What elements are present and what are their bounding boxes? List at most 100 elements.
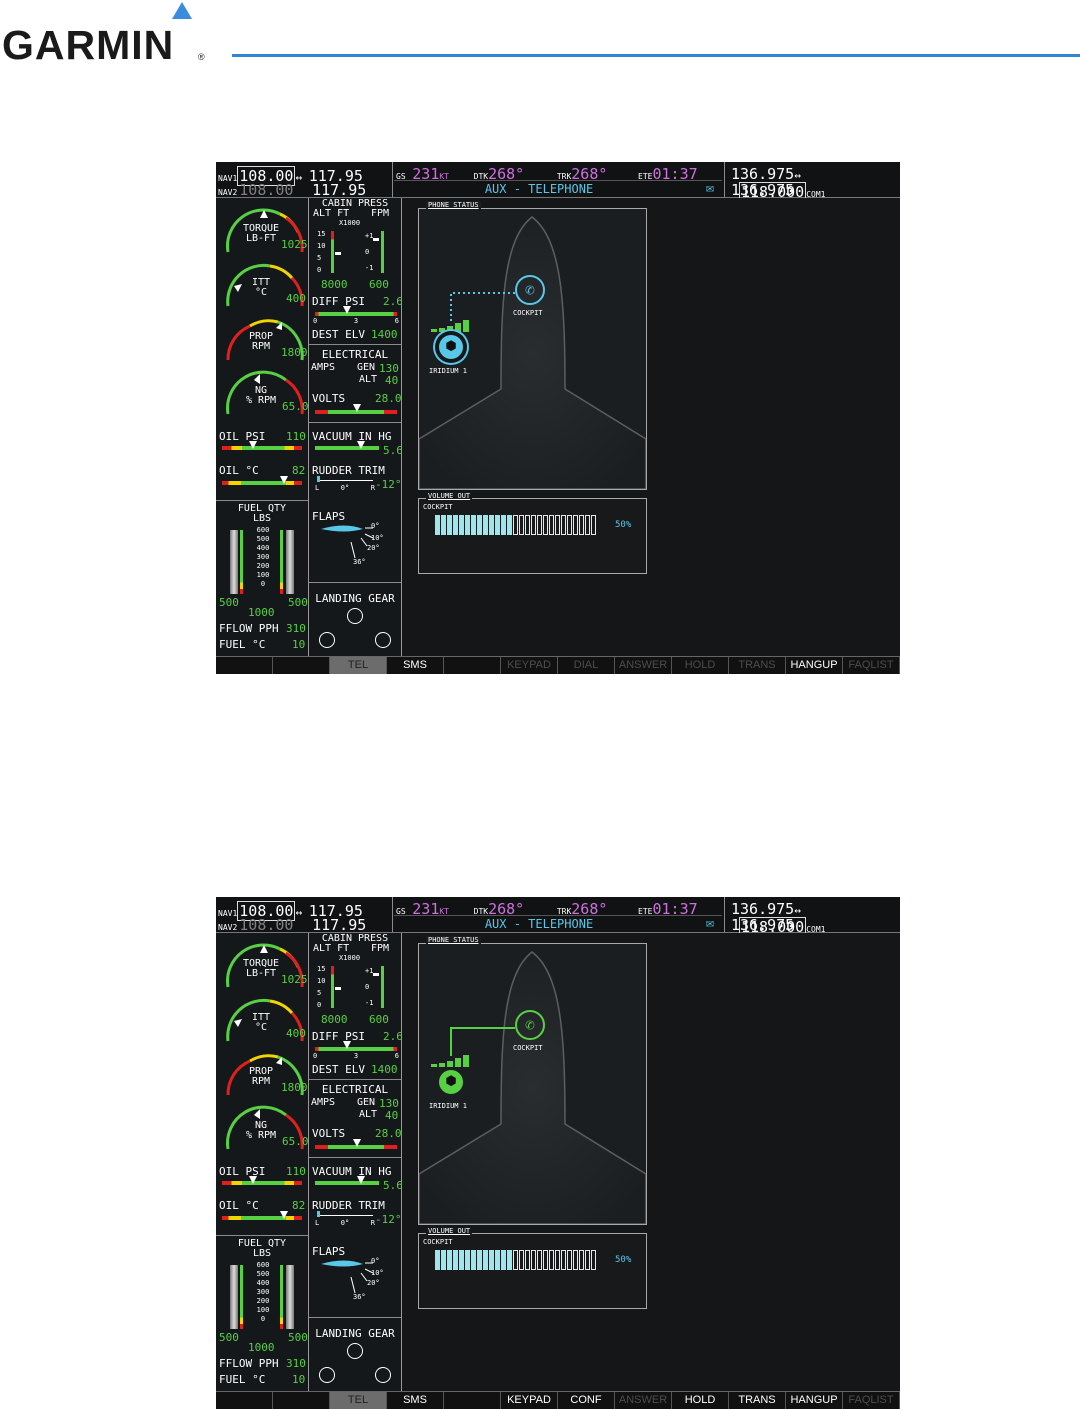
systems-panel: CABIN PRESS ALT FT FPM X1000 15 10 5 0 +1 0-…	[309, 198, 403, 656]
fuel-temp-value: 10	[292, 1373, 306, 1386]
softkey-sms[interactable]: SMS	[387, 657, 444, 674]
volume-segment	[447, 1250, 452, 1270]
softkey-tel[interactable]: TEL	[330, 657, 387, 674]
fpm: FPM	[371, 943, 390, 954]
dest-elv-label: DEST ELV	[312, 1063, 365, 1076]
fuel-scale-tick: 0	[260, 580, 266, 588]
volts-label: VOLTS	[312, 392, 346, 405]
rudder-tick: 0°	[340, 1219, 350, 1227]
volume-segment	[567, 1250, 572, 1270]
volume-segment	[519, 515, 524, 535]
x1000: X1000	[339, 219, 361, 227]
softkey-trans[interactable]: TRANS	[729, 1392, 786, 1409]
g1000-screen: NAV1 108.00 ↔ 117.95 NAV2 108.00 117.95 GS …	[216, 162, 900, 674]
volume-segment	[555, 515, 560, 535]
oil-psi-value: 110	[286, 430, 306, 443]
fuel-scale-tick: 200	[256, 1297, 270, 1305]
itt-value: 400	[286, 292, 306, 305]
volume-out-box: COCKPIT 50%	[418, 1233, 647, 1309]
ng-label: NG % RPM	[245, 385, 277, 406]
softkey-blank-4[interactable]	[444, 657, 501, 674]
softkey-trans[interactable]: TRANS	[729, 657, 786, 674]
fflow-value: 310	[286, 622, 306, 635]
iridium-transceiver-icon[interactable]: ⬢	[439, 335, 463, 359]
softkey-blank-1[interactable]	[273, 1392, 330, 1409]
volume-segment	[471, 1250, 476, 1270]
cabin-fpm-scale: +1 0 -1	[365, 963, 373, 1011]
softkey-tel[interactable]: TEL	[330, 1392, 387, 1409]
diff-psi-tick: 3	[353, 317, 359, 325]
3: 36°	[353, 1293, 366, 1301]
alt-ft: ALT FT	[313, 208, 350, 219]
fuel-scale-tick: 600	[256, 1261, 270, 1269]
cabin-alt-scale: 15 10 5 0	[317, 228, 325, 276]
softkey-keypad[interactable]: KEYPAD	[501, 657, 558, 674]
cabin-alt-tick: 0	[317, 266, 322, 274]
volume-segment	[507, 515, 512, 535]
fuel-scale-tick: 500	[256, 1270, 270, 1278]
volume-channel-label: COCKPIT	[423, 1238, 453, 1246]
gear-label: LANDING GEAR	[315, 1327, 395, 1340]
cockpit-phone-icon[interactable]: ✆	[515, 275, 545, 305]
softkey-blank-0[interactable]	[216, 1392, 273, 1409]
iridium-transceiver-icon[interactable]: ⬢	[439, 1070, 463, 1094]
volume-segment	[567, 515, 572, 535]
fuel-scale-tick: 300	[256, 1288, 270, 1296]
volume-segment	[483, 1250, 488, 1270]
diff-psi-value: 2.6	[383, 295, 403, 308]
diff-psi-label: DIFF PSI	[312, 1030, 365, 1043]
fuel-temp-label: FUEL °C	[219, 1373, 266, 1386]
softkey-hangup[interactable]: HANGUP	[786, 657, 843, 674]
oil-psi-label: OIL PSI	[219, 1165, 266, 1178]
com2-active: 136.975	[731, 916, 795, 934]
softkey-dial[interactable]: DIAL	[558, 657, 615, 674]
telephone-page: ✆ COCKPIT ⬢ IRIDIUM 1 PHONE STATUS COCKP…	[402, 198, 900, 656]
fflow-label: FFLOW PPH	[219, 622, 279, 635]
softkey-faqlist[interactable]: FAQLIST	[843, 657, 900, 674]
nav2-row[interactable]: NAV2 108.00 117.95	[218, 916, 366, 934]
softkey-hold[interactable]: HOLD	[672, 1392, 729, 1409]
gear-label: LANDING GEAR	[315, 592, 395, 605]
rudder-scale: L 0° R	[315, 1219, 375, 1227]
engine-indication-panel: TORQUE LB-FT 1025 ITT °C 400 PROP RPM 18…	[216, 933, 309, 1391]
volts-value: 28.0	[375, 392, 402, 405]
cabin-alt-tick: 10	[317, 977, 326, 985]
softkey-blank-1[interactable]	[273, 657, 330, 674]
volume-segment	[585, 1250, 590, 1270]
volume-segment	[573, 515, 578, 535]
diff-psi-tick: 6	[394, 317, 399, 325]
softkey-answer[interactable]: ANSWER	[615, 657, 672, 674]
ng-value: 65.0	[282, 400, 309, 413]
softkey-faqlist[interactable]: FAQLIST	[843, 1392, 900, 1409]
header-rule	[232, 54, 1080, 57]
volume-bar[interactable]	[435, 1250, 597, 1273]
dest-elv-label: DEST ELV	[312, 328, 365, 341]
softkey-blank-0[interactable]	[216, 657, 273, 674]
nav2-row[interactable]: NAV2 108.00 117.95	[218, 181, 366, 199]
1: 10°	[371, 1269, 384, 1277]
fuel-scale: 600 500 400 300 200 100 0	[252, 526, 274, 589]
softkey-answer[interactable]: ANSWER	[615, 1392, 672, 1409]
cockpit-phone-icon[interactable]: ✆	[515, 1010, 545, 1040]
fuel-scale-tick: 200	[256, 562, 270, 570]
softkey-blank-4[interactable]	[444, 1392, 501, 1409]
cabin-alt-scale: 15 10 5 0	[317, 963, 325, 1011]
softkey-sms[interactable]: SMS	[387, 1392, 444, 1409]
softkey-conf[interactable]: CONF	[558, 1392, 615, 1409]
0: 0°	[371, 522, 380, 530]
cabin-alt-tick: 10	[317, 242, 326, 250]
oil-temp-pointer	[280, 476, 288, 484]
softkey-keypad[interactable]: KEYPAD	[501, 1392, 558, 1409]
volume-segment	[537, 1250, 542, 1270]
cabin-fpm-tick: +1	[365, 232, 374, 240]
dest-elv-value: 1400	[371, 1063, 398, 1076]
message-envelope-icon[interactable]: ✉	[706, 181, 714, 196]
g1000-screen: NAV1 108.00 ↔ 117.95 NAV2 108.00 117.95 GS …	[216, 897, 900, 1409]
softkey-hangup[interactable]: HANGUP	[786, 1392, 843, 1409]
softkey-hold[interactable]: HOLD	[672, 657, 729, 674]
message-envelope-icon[interactable]: ✉	[706, 916, 714, 931]
volume-segment	[495, 515, 500, 535]
nose-gear-indicator	[347, 608, 363, 624]
volume-bar[interactable]	[435, 515, 597, 538]
elec-title: ELECTRICAL	[321, 348, 389, 361]
